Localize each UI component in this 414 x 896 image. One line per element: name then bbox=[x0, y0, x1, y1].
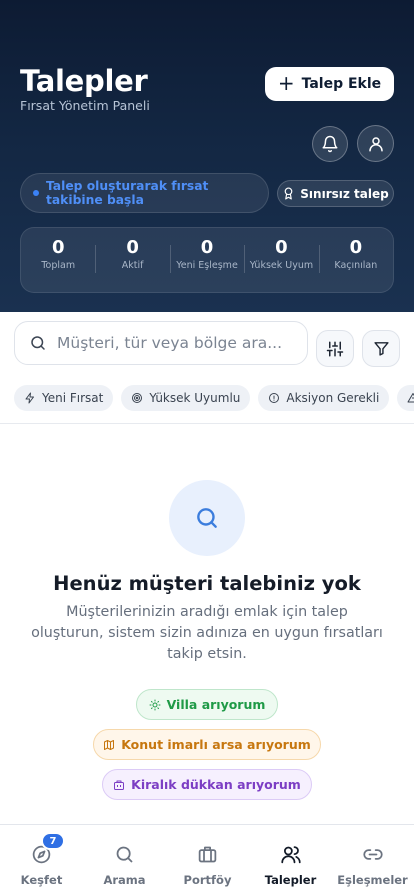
search-icon bbox=[116, 846, 133, 862]
chip-warning[interactable] bbox=[397, 385, 414, 411]
suggestion-label: Konut imarlı arsa arıyorum bbox=[121, 737, 311, 752]
page-title: Talepler bbox=[20, 64, 148, 98]
empty-state-title: Henüz müşteri talebiniz yok bbox=[53, 572, 361, 595]
plus-icon: + bbox=[277, 71, 295, 95]
notification-badge: 7 bbox=[41, 832, 65, 850]
tab-label: Arama bbox=[103, 873, 146, 887]
bottom-navigation: Keşfet 7 Arama Portföy Talepler Eşleşmel… bbox=[0, 824, 414, 896]
tab-label: Talepler bbox=[264, 873, 317, 887]
lightning-icon bbox=[25, 392, 34, 404]
chip-label: Aksiyon Gerekli bbox=[286, 391, 380, 405]
map-icon bbox=[104, 739, 115, 750]
unlimited-label: Sınırsız talep bbox=[300, 186, 389, 201]
stat-value: 0 bbox=[200, 237, 214, 258]
sun-icon bbox=[149, 699, 161, 710]
search-input[interactable]: Müşteri, tür veya bölge ara... bbox=[14, 321, 308, 365]
divider bbox=[0, 423, 414, 424]
search-placeholder: Müşteri, tür veya bölge ara... bbox=[57, 334, 283, 352]
tab-label: Portföy bbox=[183, 873, 232, 887]
stat-active: 0 Aktif bbox=[95, 237, 169, 283]
filter-button[interactable] bbox=[362, 330, 400, 367]
empty-state-description: Müşterilerinizin aradığı emlak için tale… bbox=[31, 604, 383, 662]
notifications-button[interactable] bbox=[312, 126, 348, 162]
sliders-icon bbox=[326, 341, 344, 356]
tab-label: Keşfet bbox=[20, 873, 63, 887]
stat-label: Toplam bbox=[41, 260, 76, 271]
add-request-button[interactable]: + Talep Ekle bbox=[265, 67, 394, 101]
briefcase-icon bbox=[198, 846, 217, 862]
stat-value: 0 bbox=[126, 237, 139, 258]
chip-high-fit[interactable]: Yüksek Uyumlu bbox=[121, 385, 251, 411]
stat-label: Yüksek Uyum bbox=[249, 260, 314, 271]
stat-value: 0 bbox=[51, 237, 65, 258]
add-request-label: Talep Ekle bbox=[301, 76, 382, 92]
tab-discover[interactable]: Keşfet 7 bbox=[0, 825, 83, 896]
award-icon bbox=[284, 187, 293, 200]
warning-icon bbox=[407, 393, 414, 403]
users-icon bbox=[280, 845, 301, 863]
stat-value: 0 bbox=[275, 237, 288, 258]
empty-state-search-icon bbox=[169, 480, 245, 556]
suggestion-label: Kiralık dükkan arıyorum bbox=[131, 777, 301, 792]
stat-label: Aktif bbox=[121, 260, 144, 271]
user-icon bbox=[368, 136, 383, 151]
header: Talepler Fırsat Yönetim Paneli + Talep E… bbox=[0, 0, 414, 312]
page-subtitle: Fırsat Yönetim Paneli bbox=[20, 98, 150, 113]
alert-circle-icon bbox=[269, 393, 280, 403]
suggestion-land[interactable]: Konut imarlı arsa arıyorum bbox=[93, 729, 321, 760]
sort-options-button[interactable] bbox=[316, 330, 354, 367]
stat-new-match: 0 Yeni Eşleşme bbox=[169, 237, 244, 283]
chip-action-required[interactable]: Aksiyon Gerekli bbox=[258, 385, 390, 411]
tab-label: Eşleşmeler bbox=[337, 873, 408, 887]
search-icon bbox=[31, 336, 45, 350]
tab-portfolio[interactable]: Portföy bbox=[166, 825, 249, 896]
hint-pill: Talep oluşturarak fırsat takibine başla bbox=[20, 173, 269, 213]
tab-matches[interactable]: Eşleşmeler bbox=[331, 825, 414, 896]
chip-label: Yeni Fırsat bbox=[42, 391, 104, 405]
requests-screen: Talepler Fırsat Yönetim Paneli + Talep E… bbox=[0, 0, 414, 896]
stat-total: 0 Toplam bbox=[21, 237, 95, 283]
search-icon bbox=[197, 508, 217, 528]
stat-avoided: 0 Kaçınılan bbox=[318, 237, 393, 283]
bell-icon bbox=[322, 135, 338, 153]
stat-label: Kaçınılan bbox=[334, 260, 378, 271]
stat-value: 0 bbox=[349, 237, 363, 258]
suggestion-villa[interactable]: Villa arıyorum bbox=[136, 689, 278, 720]
suggestion-label: Villa arıyorum bbox=[166, 697, 266, 712]
tab-search[interactable]: Arama bbox=[83, 825, 166, 896]
tab-requests[interactable]: Talepler bbox=[249, 825, 332, 896]
store-icon bbox=[114, 780, 125, 790]
link-icon bbox=[362, 848, 383, 860]
stats-panel: 0 Toplam 0 Aktif 0 Yeni Eşleşme 0 Yüksek… bbox=[20, 227, 394, 293]
chip-new-opportunity[interactable]: Yeni Fırsat bbox=[14, 385, 114, 411]
unlimited-badge[interactable]: Sınırsız talep bbox=[277, 180, 394, 207]
hint-text: Talep oluşturarak fırsat takibine başla bbox=[46, 179, 209, 207]
stat-high-fit: 0 Yüksek Uyum bbox=[244, 237, 318, 283]
suggestion-shop[interactable]: Kiralık dükkan arıyorum bbox=[102, 769, 312, 800]
filter-chips: Yeni Fırsat Yüksek Uyumlu Aksiyon Gerekl… bbox=[14, 385, 414, 411]
status-dot bbox=[33, 190, 39, 196]
chip-label: Yüksek Uyumlu bbox=[149, 391, 241, 405]
stat-label: Yeni Eşleşme bbox=[176, 260, 238, 271]
target-icon bbox=[132, 393, 143, 403]
filter-icon bbox=[373, 342, 389, 356]
profile-button[interactable] bbox=[357, 125, 394, 162]
